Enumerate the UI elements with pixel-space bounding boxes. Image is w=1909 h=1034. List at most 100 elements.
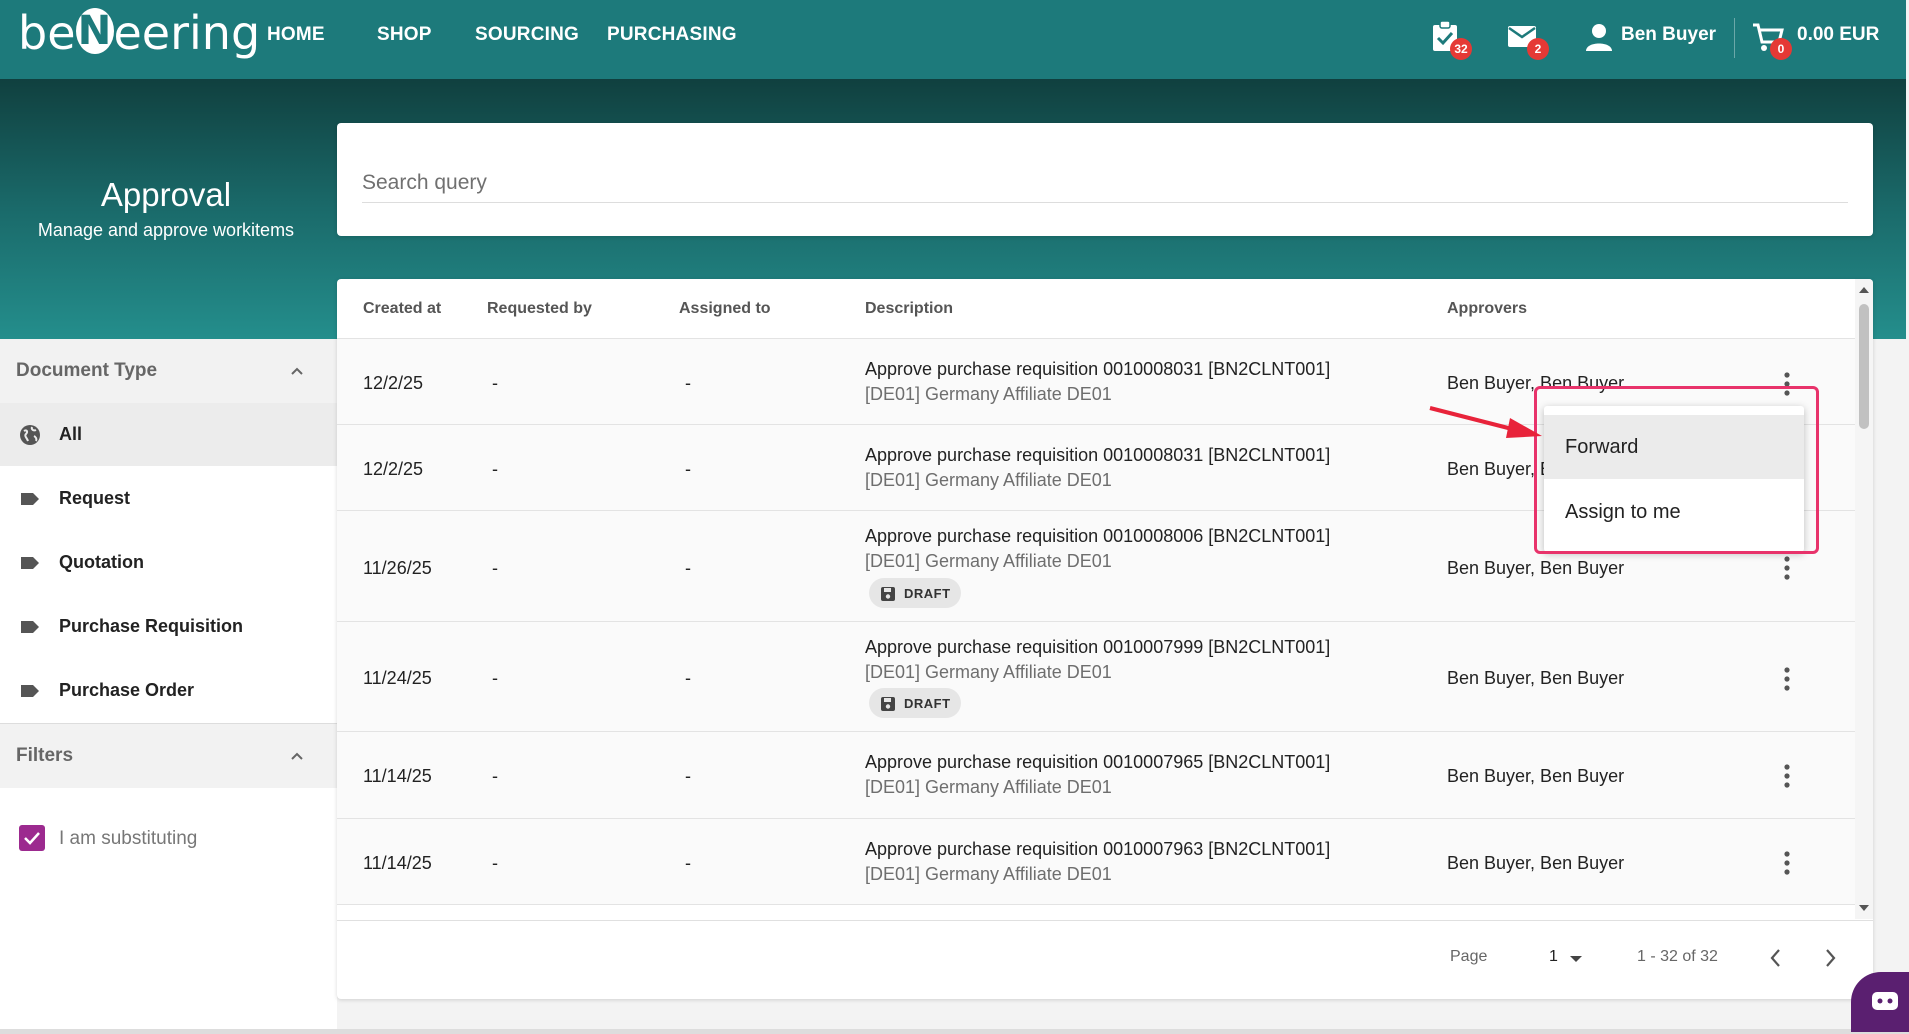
benneering-logo[interactable]: beNeering	[18, 6, 260, 60]
doc-type-label: Quotation	[59, 552, 144, 572]
page-select-value[interactable]: 1	[1549, 948, 1558, 966]
row-description[interactable]: Approve purchase requisition 0010008031 …	[865, 359, 1330, 380]
row-organization: [DE01] Germany Affiliate DE01	[865, 777, 1112, 797]
filters-header[interactable]: Filters	[0, 724, 337, 788]
pagination-range: 1 - 32 of 32	[1637, 948, 1718, 965]
table-footer-divider	[337, 920, 1873, 921]
requested-by: -	[492, 668, 498, 688]
column-header-created[interactable]: Created at	[363, 300, 441, 318]
nav-link-purchasing[interactable]: PURCHASING	[607, 24, 737, 46]
row-description[interactable]: Approve purchase requisition 0010008031 …	[865, 445, 1330, 466]
doc-type-request[interactable]: Request	[0, 467, 337, 530]
logo-text-right: eering	[113, 6, 261, 60]
tasks-clipboard-icon[interactable]: 32	[1430, 20, 1472, 60]
doc-type-label: Purchase Requisition	[59, 616, 244, 636]
chevron-right-icon[interactable]	[1817, 945, 1843, 971]
bottom-strip	[0, 1029, 1909, 1034]
assigned-to: -	[685, 558, 691, 578]
row-description[interactable]: Approve purchase requisition 0010007963 …	[865, 839, 1330, 860]
table-row[interactable]: 11/24/25 - - Approve purchase requisitio…	[337, 622, 1855, 731]
created-date: 11/24/25	[363, 668, 432, 688]
draft-badge: DRAFT	[869, 578, 961, 608]
more-vert-icon[interactable]	[1775, 553, 1799, 583]
cart-count-badge: 0	[1770, 38, 1792, 60]
chat-assistant-button[interactable]	[1851, 972, 1909, 1032]
search-card	[337, 123, 1873, 236]
save-icon	[881, 587, 895, 601]
page-subtitle: Manage and approve workitems	[37, 220, 295, 240]
nav-link-home[interactable]: HOME	[267, 24, 325, 46]
search-input[interactable]	[362, 163, 1848, 203]
row-divider	[337, 904, 1855, 905]
created-date: 12/2/25	[363, 459, 424, 479]
column-header-assigned-to[interactable]: Assigned to	[679, 300, 771, 318]
requested-by: -	[492, 459, 498, 479]
created-date: 11/26/25	[363, 558, 432, 578]
user-account-icon[interactable]	[1585, 20, 1619, 54]
table-row[interactable]: 11/14/25 - - Approve purchase requisitio…	[337, 732, 1855, 818]
doc-type-label: Request	[59, 488, 131, 508]
created-date: 12/2/25	[363, 373, 424, 393]
assigned-to: -	[685, 373, 691, 393]
approvers: Ben Buyer, Ben Buyer	[1447, 766, 1625, 786]
nav-link-sourcing[interactable]: SOURCING	[475, 24, 579, 46]
row-organization: [DE01] Germany Affiliate DE01	[865, 662, 1112, 682]
row-description[interactable]: Approve purchase requisition 0010007965 …	[865, 752, 1330, 773]
created-date: 11/14/25	[363, 853, 432, 873]
label-icon	[21, 685, 39, 697]
assigned-to: -	[685, 668, 691, 688]
row-organization: [DE01] Germany Affiliate DE01	[865, 551, 1112, 571]
top-navigation-bar: beNeering HOME SHOP SOURCING PURCHASING …	[0, 0, 1906, 79]
requested-by: -	[492, 558, 498, 578]
cart-total-amount[interactable]: 0.00 EUR	[1797, 24, 1879, 46]
more-vert-icon[interactable]	[1775, 664, 1799, 694]
shopping-cart-icon[interactable]: 0	[1752, 20, 1792, 60]
row-organization: [DE01] Germany Affiliate DE01	[865, 384, 1112, 404]
nav-divider	[1734, 18, 1735, 58]
requested-by: -	[492, 766, 498, 786]
scroll-up-arrow-icon[interactable]	[1858, 285, 1870, 295]
approvers: Ben Buyer, Ben Buyer	[1447, 668, 1625, 688]
assigned-to: -	[685, 766, 691, 786]
filter-sidebar: Document Type All Request Quotation Purc…	[0, 339, 337, 1029]
chevron-left-icon[interactable]	[1763, 945, 1789, 971]
chevron-up-icon	[291, 752, 303, 760]
nav-link-shop[interactable]: SHOP	[377, 24, 432, 46]
draft-badge: DRAFT	[869, 688, 961, 718]
assigned-to: -	[685, 853, 691, 873]
logo-text-left: be	[18, 6, 76, 60]
more-vert-icon[interactable]	[1775, 848, 1799, 878]
table-row[interactable]: 11/14/25 - - Approve purchase requisitio…	[337, 819, 1855, 904]
save-icon	[881, 697, 895, 711]
doc-type-purchase-order[interactable]: Purchase Order	[0, 659, 337, 722]
requested-by: -	[492, 373, 498, 393]
checkmark-icon	[24, 832, 40, 845]
column-header-description[interactable]: Description	[865, 300, 953, 318]
column-header-requested-by[interactable]: Requested by	[487, 300, 592, 318]
annotation-highlight-box	[1534, 386, 1819, 554]
mail-icon[interactable]: 2	[1507, 20, 1549, 60]
doc-type-all[interactable]: All	[0, 403, 337, 466]
filters-title: Filters	[16, 745, 74, 766]
doc-type-label: All	[59, 424, 83, 444]
row-description[interactable]: Approve purchase requisition 0010008006 …	[865, 526, 1330, 547]
user-name-label[interactable]: Ben Buyer	[1621, 24, 1716, 46]
tasks-count-badge: 32	[1450, 38, 1472, 60]
created-date: 11/14/25	[363, 766, 432, 786]
document-type-title: Document Type	[16, 360, 158, 381]
substituting-checkbox[interactable]	[19, 825, 45, 851]
row-description[interactable]: Approve purchase requisition 0010007999 …	[865, 637, 1330, 658]
document-type-header[interactable]: Document Type	[0, 339, 337, 403]
draft-label: DRAFT	[904, 696, 951, 711]
scroll-down-arrow-icon[interactable]	[1858, 903, 1870, 913]
logo-n-mark: N	[75, 8, 114, 54]
dropdown-arrow-icon[interactable]	[1569, 955, 1583, 963]
more-vert-icon[interactable]	[1775, 761, 1799, 791]
requested-by: -	[492, 853, 498, 873]
column-header-approvers[interactable]: Approvers	[1447, 300, 1527, 318]
substituting-label: I am substituting	[59, 828, 198, 849]
doc-type-purchase-requisition[interactable]: Purchase Requisition	[0, 595, 337, 658]
mail-count-badge: 2	[1527, 38, 1549, 60]
scrollbar-thumb[interactable]	[1859, 304, 1869, 429]
doc-type-quotation[interactable]: Quotation	[0, 531, 337, 594]
